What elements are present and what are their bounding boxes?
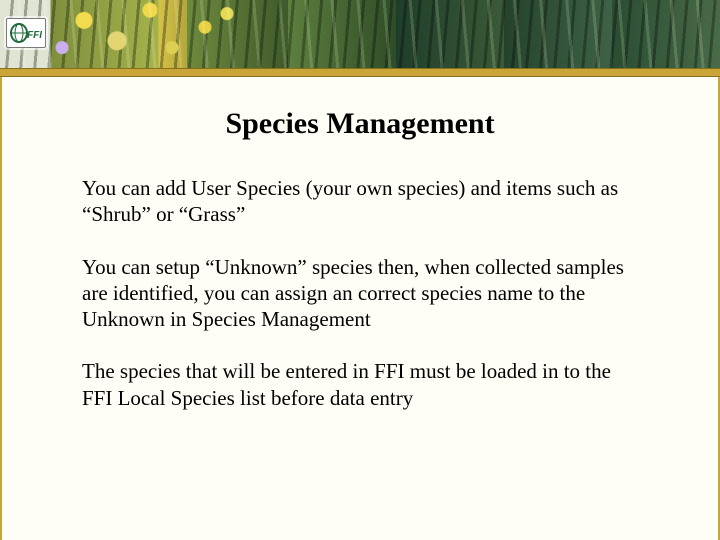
ffi-logo-icon: FFI bbox=[10, 22, 42, 44]
ffi-logo: FFI bbox=[6, 18, 46, 48]
paragraph-3: The species that will be entered in FFI … bbox=[82, 358, 638, 411]
slide-title: Species Management bbox=[62, 107, 658, 141]
svg-text:FFI: FFI bbox=[27, 30, 42, 41]
banner-flowers-decoration bbox=[40, 0, 260, 68]
slide-body: Species Management You can add User Spec… bbox=[0, 77, 720, 540]
paragraph-2: You can setup “Unknown” species then, wh… bbox=[82, 254, 638, 333]
slide-text-block: You can add User Species (your own speci… bbox=[62, 175, 658, 411]
header-banner: FFI bbox=[0, 0, 720, 68]
paragraph-1: You can add User Species (your own speci… bbox=[82, 175, 638, 228]
gold-divider-bar bbox=[0, 68, 720, 77]
